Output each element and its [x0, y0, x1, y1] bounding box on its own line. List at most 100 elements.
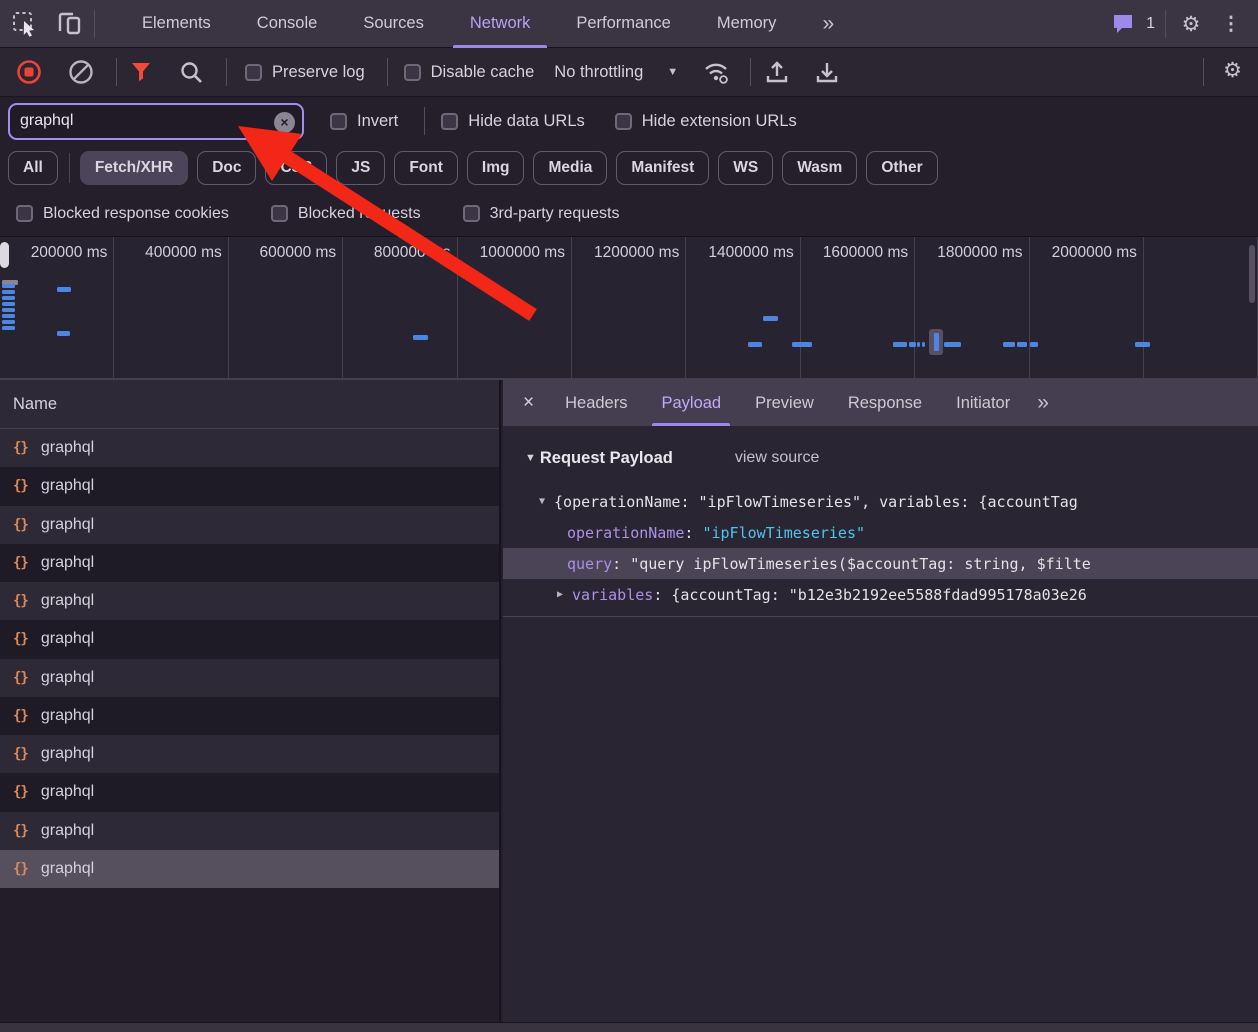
checkbox[interactable] — [16, 205, 33, 222]
chip-media[interactable]: Media — [533, 151, 607, 185]
checkbox[interactable] — [330, 113, 347, 130]
waterfall-bar — [792, 342, 812, 347]
request-row[interactable]: {}graphql — [0, 582, 499, 620]
chip-js[interactable]: JS — [336, 151, 385, 185]
hide-data-urls-checkbox[interactable]: Hide data URLs — [441, 112, 584, 131]
view-source-link[interactable]: view source — [735, 449, 819, 467]
payload-line[interactable]: query: "query ipFlowTimeseries($accountT… — [503, 548, 1258, 579]
collapsed-caret-icon[interactable]: ▶ — [557, 589, 563, 600]
payload-line[interactable]: ▼ {operationName: "ipFlowTimeseries", var… — [503, 486, 1258, 517]
request-detail-panel: × HeadersPayloadPreviewResponseInitiator… — [503, 380, 1258, 1022]
blocked-requests-checkbox[interactable]: Blocked requests — [271, 205, 421, 223]
request-row[interactable]: {}graphql — [0, 506, 499, 544]
divider — [226, 58, 227, 86]
expanded-caret-icon[interactable]: ▼ — [539, 496, 545, 507]
import-har-icon[interactable] — [765, 60, 789, 85]
chip-css[interactable]: CSS — [265, 151, 327, 185]
request-row[interactable]: {}graphql — [0, 697, 499, 735]
network-overview-timeline[interactable]: 200000 ms400000 ms600000 ms800000 ms1000… — [0, 236, 1258, 380]
tab-memory[interactable]: Memory — [694, 0, 800, 48]
inspect-element-icon[interactable] — [10, 0, 40, 48]
device-toolbar-icon[interactable] — [54, 0, 84, 48]
checkbox[interactable] — [441, 113, 458, 130]
checkbox[interactable] — [271, 205, 288, 222]
tab-console[interactable]: Console — [234, 0, 341, 48]
close-icon[interactable]: × — [523, 392, 534, 414]
clear-filter-icon[interactable]: × — [274, 112, 295, 133]
tab-performance[interactable]: Performance — [553, 0, 693, 48]
timeline-column: 1600000 ms — [801, 237, 915, 380]
dropdown-arrow-icon: ▼ — [667, 66, 678, 78]
chip-wasm[interactable]: Wasm — [782, 151, 857, 185]
record-network-log-icon[interactable] — [16, 59, 42, 85]
request-row[interactable]: {}graphql — [0, 773, 499, 811]
network-settings-gear-icon[interactable]: ⚙ — [1223, 60, 1242, 81]
issue-count[interactable]: 1 — [1146, 15, 1155, 33]
tab-elements[interactable]: Elements — [119, 0, 234, 48]
request-row[interactable]: {}graphql — [0, 620, 499, 658]
hide-extension-urls-checkbox[interactable]: Hide extension URLs — [615, 112, 797, 131]
disable-cache-checkbox[interactable]: Disable cache — [404, 63, 535, 82]
detail-tab-initiator[interactable]: Initiator — [939, 380, 1027, 426]
detail-tab-response[interactable]: Response — [831, 380, 939, 426]
chip-doc[interactable]: Doc — [197, 151, 256, 185]
search-icon[interactable] — [179, 60, 204, 85]
request-row[interactable]: {}graphql — [0, 544, 499, 582]
chip-font[interactable]: Font — [394, 151, 458, 185]
issues-icon[interactable] — [1109, 0, 1139, 48]
request-row[interactable]: {}graphql — [0, 812, 499, 850]
more-tabs-icon[interactable]: » — [1037, 391, 1049, 415]
request-row[interactable]: {}graphql — [0, 467, 499, 505]
filter-icon[interactable] — [129, 60, 153, 84]
request-name: graphql — [41, 477, 94, 495]
checkbox[interactable] — [463, 205, 480, 222]
name-column-header[interactable]: Name — [0, 380, 499, 429]
tab-sources[interactable]: Sources — [340, 0, 447, 48]
tab-network[interactable]: Network — [447, 0, 554, 48]
request-row[interactable]: {}graphql — [0, 429, 499, 467]
divider — [1165, 10, 1166, 38]
payload-line[interactable]: ▶variables: {accountTag: "b12e3b2192ee55… — [503, 579, 1258, 610]
blocked-response-cookies-checkbox[interactable]: Blocked response cookies — [16, 205, 229, 223]
settings-gear-icon[interactable]: ⚙ — [1176, 0, 1206, 48]
request-row[interactable]: {}graphql — [0, 850, 499, 888]
chip-fetch-xhr[interactable]: Fetch/XHR — [80, 151, 188, 185]
collapse-caret-icon[interactable]: ▼ — [525, 452, 536, 464]
detail-tabs: HeadersPayloadPreviewResponseInitiator — [548, 380, 1027, 426]
detail-tab-payload[interactable]: Payload — [644, 380, 738, 426]
clear-network-log-icon[interactable] — [68, 59, 94, 85]
timeline-window-handle[interactable] — [0, 242, 9, 268]
checkbox[interactable] — [404, 64, 421, 81]
detail-tab-preview[interactable]: Preview — [738, 380, 831, 426]
kebab-menu-icon[interactable]: ⋮ — [1216, 0, 1246, 48]
filter-input-wrap: × — [8, 103, 304, 140]
3rd-party-requests-checkbox[interactable]: 3rd-party requests — [463, 205, 620, 223]
network-conditions-icon[interactable] — [702, 60, 732, 84]
divider — [424, 107, 425, 135]
filter-input[interactable] — [10, 112, 260, 130]
export-har-icon[interactable] — [815, 60, 839, 85]
timeline-tick-label: 2000000 ms — [1052, 244, 1137, 262]
throttling-dropdown[interactable]: No throttling ▼ — [554, 63, 678, 82]
chip-other[interactable]: Other — [866, 151, 937, 185]
payload-line[interactable]: operationName: "ipFlowTimeseries" — [503, 517, 1258, 548]
more-tabs-icon[interactable]: » — [799, 0, 857, 48]
chip-manifest[interactable]: Manifest — [616, 151, 709, 185]
fetch-xhr-icon: {} — [13, 861, 28, 877]
checkbox[interactable] — [615, 113, 632, 130]
timeline-scrollbar[interactable] — [1249, 245, 1255, 303]
chip-img[interactable]: Img — [467, 151, 525, 185]
chip-all[interactable]: All — [8, 151, 58, 185]
payload-segment: "ipFlowTimeseries" — [702, 524, 865, 542]
preserve-log-checkbox[interactable]: Preserve log — [245, 63, 365, 82]
checkbox[interactable] — [245, 64, 262, 81]
detail-tab-headers[interactable]: Headers — [548, 380, 644, 426]
request-type-chips: All Fetch/XHR Doc CSS JS Font ImgMedia Manifest… — [0, 145, 1258, 191]
request-row[interactable]: {}graphql — [0, 735, 499, 773]
preserve-log-label: Preserve log — [272, 63, 365, 82]
request-row[interactable]: {}graphql — [0, 659, 499, 697]
payload-segment: {operationName: "ipFlowTimeseries", vari… — [554, 493, 1078, 511]
invert-checkbox[interactable]: Invert — [330, 112, 398, 131]
timeline-column: 1800000 ms — [915, 237, 1029, 380]
chip-ws[interactable]: WS — [718, 151, 773, 185]
